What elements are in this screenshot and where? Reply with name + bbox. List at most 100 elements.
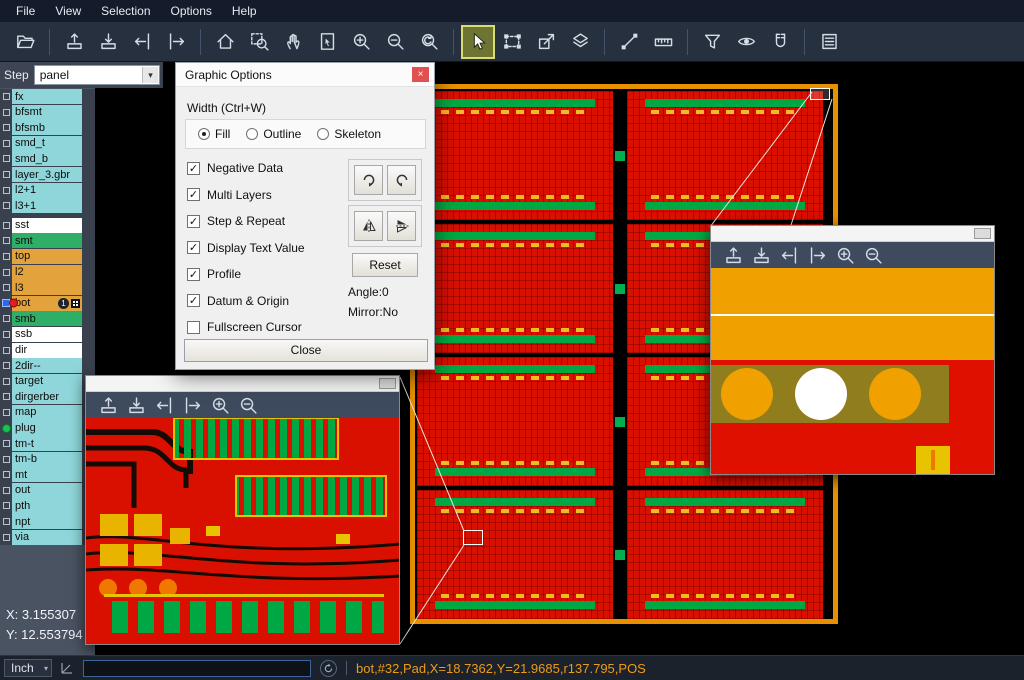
layer-visibility-checkbox[interactable] [0, 280, 12, 295]
layer-row-tm-t[interactable]: tm-t [0, 436, 95, 451]
magnifier-1-titlebar[interactable] [86, 376, 399, 392]
measure-line-icon[interactable] [614, 27, 644, 57]
layers-icon[interactable] [565, 27, 595, 57]
zoom-in-icon[interactable] [834, 244, 856, 266]
layer-row-l2[interactable]: l2 [0, 265, 95, 280]
step-select[interactable]: panel ▾ [34, 65, 160, 85]
magnifier-2-window-button[interactable] [974, 228, 991, 239]
layer-visibility-checkbox[interactable] [0, 358, 12, 373]
checkbox-multi-layers[interactable]: ✓Multi Layers [187, 188, 305, 202]
layer-visibility-checkbox[interactable] [0, 483, 12, 498]
mirror-horizontal-button[interactable] [354, 211, 383, 241]
enter-right-icon[interactable] [181, 394, 203, 416]
layer-row-tm-b[interactable]: tm-b [0, 452, 95, 467]
radio-fill[interactable]: Fill [198, 127, 230, 141]
checkbox-datum-origin[interactable]: ✓Datum & Origin [187, 294, 305, 308]
layer-row-npt[interactable]: npt [0, 514, 95, 529]
menu-item-help[interactable]: Help [222, 0, 267, 22]
checkbox-display-text-value[interactable]: ✓Display Text Value [187, 241, 305, 255]
home-icon[interactable] [210, 27, 240, 57]
import-down-icon[interactable] [93, 27, 123, 57]
chevron-down-icon[interactable]: ▾ [142, 67, 158, 83]
rotate-ccw-button[interactable] [387, 165, 416, 195]
layer-row-smb[interactable]: smb [0, 311, 95, 326]
zoom-out-icon[interactable] [380, 27, 410, 57]
menu-item-options[interactable]: Options [161, 0, 222, 22]
layer-row-l3[interactable]: l3 [0, 280, 95, 295]
layer-row-2dir-[interactable]: 2dir-- [0, 358, 95, 373]
select-cursor-icon[interactable] [463, 27, 493, 57]
layer-visibility-checkbox[interactable] [0, 183, 12, 198]
hand-pan-icon[interactable] [278, 27, 308, 57]
unit-select[interactable]: Inch ▾ [4, 659, 52, 677]
export-up-icon[interactable] [97, 394, 119, 416]
rotate-cw-button[interactable] [354, 165, 383, 195]
dialog-titlebar[interactable]: Graphic Options × [176, 63, 434, 87]
layer-row-mt[interactable]: mt [0, 467, 95, 482]
zoom-out-icon[interactable] [237, 394, 259, 416]
refresh-icon[interactable] [320, 660, 337, 677]
layer-row-dir[interactable]: dir [0, 343, 95, 358]
menu-item-selection[interactable]: Selection [91, 0, 160, 22]
ruler-icon[interactable] [648, 27, 678, 57]
layer-visibility-checkbox[interactable] [0, 136, 12, 151]
menu-item-file[interactable]: File [6, 0, 45, 22]
layer-visibility-checkbox[interactable] [0, 514, 12, 529]
layer-row-fx[interactable]: fx [0, 89, 95, 104]
magnifier-window-1[interactable] [85, 375, 400, 645]
import-down-icon[interactable] [750, 244, 772, 266]
checkbox-negative-data[interactable]: ✓Negative Data [187, 161, 305, 175]
layer-visibility-checkbox[interactable] [0, 374, 12, 389]
exit-left-icon[interactable] [127, 27, 157, 57]
import-down-icon[interactable] [125, 394, 147, 416]
layer-visibility-checkbox[interactable] [0, 452, 12, 467]
layer-visibility-checkbox[interactable] [0, 233, 12, 248]
export-up-icon[interactable] [59, 27, 89, 57]
page-cursor-icon[interactable] [312, 27, 342, 57]
magnifier-2-titlebar[interactable] [711, 226, 994, 242]
layer-visibility-checkbox[interactable] [0, 105, 12, 120]
layer-visibility-checkbox[interactable] [0, 530, 12, 545]
layer-visibility-checkbox[interactable] [0, 420, 12, 435]
layer-visibility-checkbox[interactable] [0, 167, 12, 182]
radio-outline[interactable]: Outline [246, 127, 301, 141]
layer-visibility-checkbox[interactable] [0, 249, 12, 264]
layer-visibility-checkbox[interactable] [0, 467, 12, 482]
layer-row-smt[interactable]: smt [0, 233, 95, 248]
layer-visibility-checkbox[interactable] [0, 265, 12, 280]
radio-skeleton[interactable]: Skeleton [317, 127, 381, 141]
layer-row-via[interactable]: via [0, 530, 95, 545]
layer-row-bfsmt[interactable]: bfsmt [0, 105, 95, 120]
close-icon[interactable]: × [412, 67, 429, 82]
reset-button[interactable]: Reset [352, 253, 418, 277]
layer-row-map[interactable]: map [0, 405, 95, 420]
layer-row-l2-1[interactable]: l2+1 [0, 183, 95, 198]
layer-visibility-checkbox[interactable] [0, 89, 12, 104]
open-folder-icon[interactable] [10, 27, 40, 57]
layer-row-smd-b[interactable]: smd_b [0, 151, 95, 166]
layer-visibility-checkbox[interactable] [0, 327, 12, 342]
checkbox-fullscreen-cursor[interactable]: Fullscreen Cursor [187, 320, 305, 334]
layer-row-top[interactable]: top [0, 249, 95, 264]
zoom-in-icon[interactable] [209, 394, 231, 416]
layer-visibility-checkbox[interactable] [0, 343, 12, 358]
zoom-region-icon[interactable] [244, 27, 274, 57]
report-list-icon[interactable] [814, 27, 844, 57]
layer-row-pth[interactable]: pth [0, 498, 95, 513]
menu-item-view[interactable]: View [45, 0, 91, 22]
layer-visibility-checkbox[interactable] [0, 151, 12, 166]
layer-visibility-checkbox[interactable] [0, 436, 12, 451]
exit-left-icon[interactable] [153, 394, 175, 416]
layer-row-out[interactable]: out [0, 483, 95, 498]
close-button[interactable]: Close [184, 339, 428, 362]
layer-visibility-checkbox[interactable] [0, 198, 12, 213]
magnifier-window-2[interactable] [710, 225, 995, 475]
enter-right-icon[interactable] [806, 244, 828, 266]
magnet-icon[interactable] [765, 27, 795, 57]
filter-icon[interactable] [697, 27, 727, 57]
layer-visibility-checkbox[interactable] [0, 120, 12, 135]
layer-row-bfsmb[interactable]: bfsmb [0, 120, 95, 135]
zoom-previous-icon[interactable] [414, 27, 444, 57]
select-rect-icon[interactable] [497, 27, 527, 57]
layer-row-bot[interactable]: bot1 [0, 296, 95, 311]
